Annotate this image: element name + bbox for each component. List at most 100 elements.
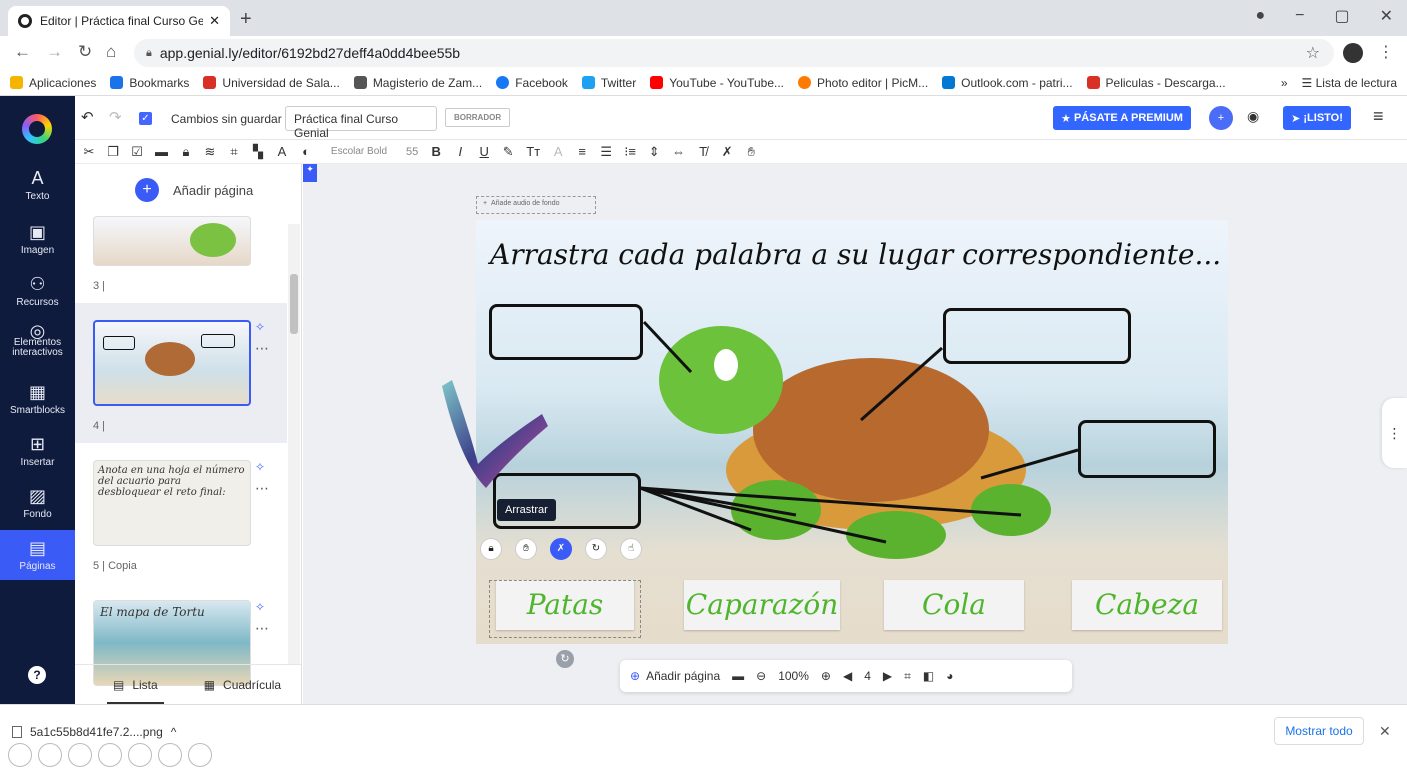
maximize-icon[interactable]: ▢: [1334, 6, 1349, 26]
page-thumbnail-3[interactable]: [93, 216, 251, 266]
more-bookmarks-icon[interactable]: »: [1281, 76, 1288, 90]
more-circle-icon[interactable]: [188, 743, 212, 767]
new-tab-icon[interactable]: +: [240, 8, 252, 31]
add-page-bottom-button[interactable]: ⊕ Añadir página: [630, 669, 720, 683]
close-tab-icon[interactable]: ✕: [209, 13, 220, 29]
copy-circle-icon[interactable]: [98, 743, 122, 767]
tap-icon[interactable]: ☝: [620, 538, 642, 560]
redo-icon[interactable]: ↷: [109, 108, 122, 126]
home-icon[interactable]: ⌂: [106, 42, 116, 62]
contrast-icon[interactable]: ◐: [300, 144, 312, 159]
show-all-button[interactable]: Mostrar todo: [1274, 717, 1364, 745]
tab-grid[interactable]: ▦ Cuadrícula: [204, 678, 281, 692]
bookmark-bookmarks[interactable]: Bookmarks: [110, 76, 189, 90]
ready-button[interactable]: ➤ ¡LISTO!: [1283, 106, 1351, 130]
theme-icon[interactable]: ◕: [946, 669, 953, 683]
record-icon[interactable]: ●: [1255, 7, 1265, 25]
undo-icon[interactable]: ↶: [81, 108, 94, 126]
lock-element-icon[interactable]: 🔒︎: [480, 538, 502, 560]
bookmark-twitter[interactable]: Twitter: [581, 76, 636, 90]
search-circle-icon[interactable]: [128, 743, 152, 767]
font-select[interactable]: Escolar Bold: [324, 146, 394, 157]
hamburger-menu-icon[interactable]: ≡: [1373, 106, 1384, 127]
forward-icon[interactable]: →: [46, 42, 63, 62]
lock-icon[interactable]: 🔒︎: [180, 144, 192, 160]
font-size-field[interactable]: 55: [406, 146, 418, 158]
add-page-button[interactable]: + Añadir página: [135, 178, 253, 202]
panel-scrollbar[interactable]: [288, 224, 300, 664]
page-options-icon[interactable]: ⋯: [255, 480, 269, 497]
play-circle-icon[interactable]: [38, 743, 62, 767]
word-card-cola[interactable]: Cola: [884, 580, 1024, 630]
interactivity-icon[interactable]: ✗: [721, 144, 733, 160]
magic-icon[interactable]: ✧: [255, 460, 265, 474]
numbered-list-icon[interactable]: ⁝≡: [624, 144, 636, 160]
italic-icon[interactable]: I: [454, 144, 466, 159]
rotate-handle-icon[interactable]: ↻: [556, 650, 574, 668]
reload-icon[interactable]: ↻: [78, 42, 92, 62]
right-panel-handle-icon[interactable]: ⋮: [1382, 398, 1407, 468]
glitter-checkmark[interactable]: [440, 372, 550, 492]
letter-spacing-icon[interactable]: ⇔: [672, 144, 685, 159]
page-number[interactable]: 4: [864, 669, 871, 683]
split-view-icon[interactable]: ◧: [923, 669, 934, 683]
underline-icon[interactable]: U: [478, 144, 490, 159]
prev-page-icon[interactable]: ◀: [843, 669, 852, 683]
sidebar-item-imagen[interactable]: ▣ Imagen: [0, 222, 75, 256]
bookmark-youtube[interactable]: YouTube - YouTube...: [650, 76, 784, 90]
bookmark-apps[interactable]: Aplicaciones: [10, 76, 96, 90]
download-item[interactable]: 5a1c55b8d41fe7.2....png ^: [12, 725, 176, 739]
bookmark-star-icon[interactable]: ☆: [1306, 43, 1320, 63]
hand-icon[interactable]: ✋︎: [745, 144, 757, 160]
preview-eye-icon[interactable]: ◉: [1247, 108, 1259, 125]
back-circle-icon[interactable]: [8, 743, 32, 767]
zoom-in-icon[interactable]: ⊕: [821, 669, 831, 683]
sidebar-item-texto[interactable]: A Texto: [0, 168, 75, 202]
page-thumbnail-5[interactable]: Anota en una hoja el número del acuario …: [93, 460, 251, 546]
bookmark-magisterio[interactable]: Magisterio de Zam...: [353, 76, 482, 90]
no-interaction-icon[interactable]: ✗: [550, 538, 572, 560]
copy-icon[interactable]: ❐: [107, 144, 119, 160]
sidebar-item-interactivos[interactable]: ◎ Elementos interactivos: [0, 322, 75, 358]
project-title-field[interactable]: Práctica final Curso Genial: [285, 106, 437, 140]
drag-hand-icon[interactable]: ✋︎: [515, 538, 537, 560]
align-icon[interactable]: ⌗: [228, 144, 240, 160]
chevron-up-icon[interactable]: ^: [171, 725, 177, 739]
delete-icon[interactable]: ▬: [155, 144, 168, 159]
browser-tab[interactable]: Editor | Práctica final Curso Genia ✕: [8, 6, 230, 36]
page-options-icon[interactable]: ⋯: [255, 620, 269, 637]
browser-menu-icon[interactable]: ⋮: [1378, 42, 1394, 62]
back-icon[interactable]: ←: [14, 42, 31, 62]
add-audio-button[interactable]: + Añade audio de fondo: [476, 196, 596, 214]
sidebar-item-recursos[interactable]: ⚇ Recursos: [0, 274, 75, 308]
zoom-out-icon[interactable]: ⊖: [756, 669, 766, 683]
color-icon[interactable]: A: [276, 144, 288, 159]
bookmark-facebook[interactable]: Facebook: [496, 76, 568, 90]
help-icon[interactable]: ?: [28, 666, 46, 684]
minimize-icon[interactable]: −: [1295, 7, 1304, 25]
cut-icon[interactable]: ✂: [83, 144, 95, 160]
select-icon[interactable]: ☑: [131, 144, 143, 160]
profile-avatar[interactable]: [1343, 43, 1363, 63]
highlight-icon[interactable]: ✎: [502, 144, 514, 160]
page-options-icon[interactable]: ⋯: [255, 340, 269, 357]
magic-icon[interactable]: ✧: [255, 600, 265, 614]
pin-icon[interactable]: ✦: [303, 164, 317, 182]
page-thumbnail-4[interactable]: [93, 320, 251, 406]
bullets-icon[interactable]: ☰: [600, 144, 612, 160]
delete-page-icon[interactable]: ▬: [732, 669, 744, 683]
selection-box[interactable]: [489, 580, 641, 638]
bookmark-peliculas[interactable]: Peliculas - Descarga...: [1086, 76, 1226, 90]
autosave-checkbox[interactable]: ✓: [139, 112, 152, 125]
drop-box-head[interactable]: [489, 304, 643, 360]
sidebar-item-fondo[interactable]: ▨ Fondo: [0, 486, 75, 520]
clear-format-icon[interactable]: T̸: [697, 144, 709, 159]
share-user-icon[interactable]: +: [1209, 106, 1233, 130]
grid-guides-icon[interactable]: ⌗: [904, 669, 911, 684]
bold-icon[interactable]: B: [430, 144, 442, 159]
drop-box-tail[interactable]: [1078, 420, 1216, 478]
align-left-icon[interactable]: ≡: [576, 144, 588, 159]
sidebar-item-insertar[interactable]: ⊞ Insertar: [0, 434, 75, 468]
layers-icon[interactable]: ≋: [204, 144, 216, 160]
word-card-caparazon[interactable]: Caparazón: [684, 580, 840, 630]
